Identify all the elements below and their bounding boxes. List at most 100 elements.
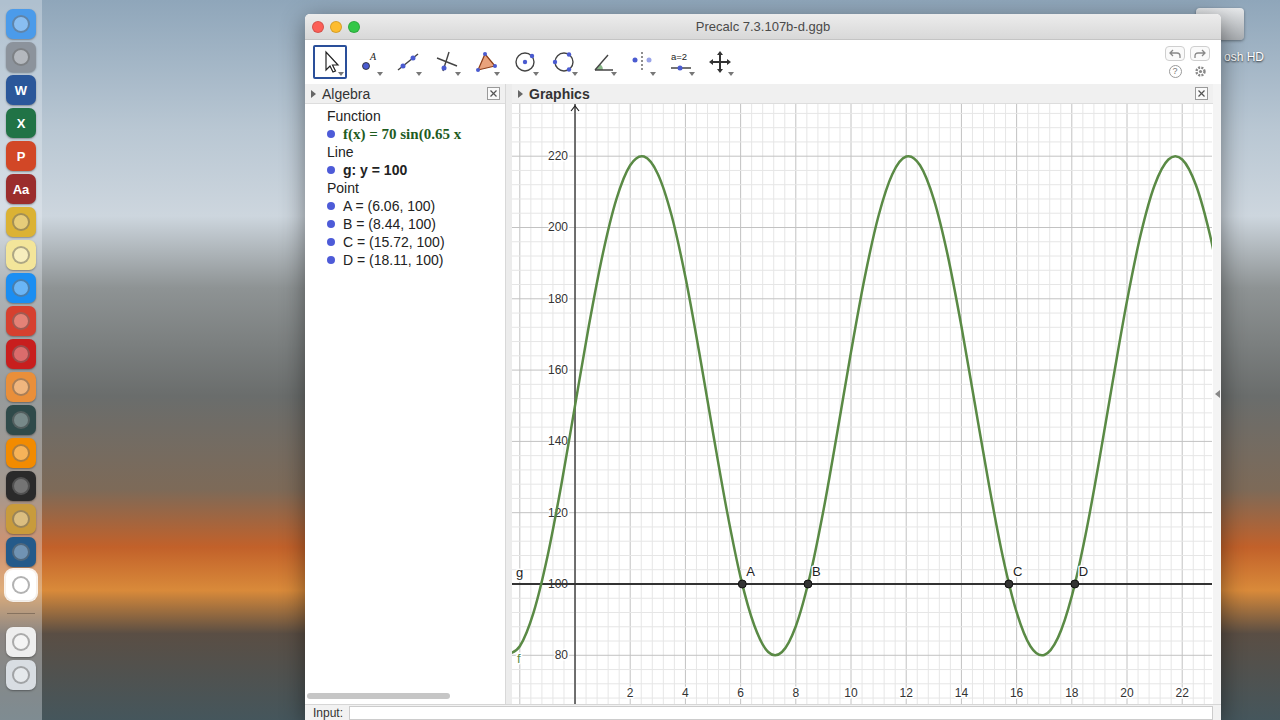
angle-tool-icon [590, 49, 616, 75]
undo-button[interactable] [1165, 46, 1185, 61]
algebra-item[interactable]: D = (18.11, 100) [305, 251, 505, 269]
dock-icon[interactable] [6, 504, 36, 534]
tool-button[interactable] [703, 45, 737, 79]
algebra-list: Functionf(x) = 70 sin(0.65 xLineg: y = 1… [305, 104, 505, 704]
collapse-icon[interactable] [311, 90, 316, 98]
gear-icon[interactable] [1194, 65, 1207, 78]
dock-icon[interactable] [6, 471, 36, 501]
item-text: f(x) = 70 sin(0.65 x [343, 126, 461, 143]
side-strip [1213, 84, 1221, 704]
tool-button[interactable] [313, 45, 347, 79]
dock-icon[interactable] [6, 42, 36, 72]
visibility-dot[interactable] [327, 202, 335, 210]
dock-icon[interactable]: Aa [6, 174, 36, 204]
hard-drive-label[interactable]: osh HD [1224, 49, 1264, 65]
input-field[interactable] [349, 706, 1213, 720]
dock-icon[interactable] [6, 627, 36, 657]
algebra-item[interactable]: g: y = 100 [305, 161, 505, 179]
panel-header[interactable]: Graphics [512, 84, 1213, 104]
item-text: B = (8.44, 100) [343, 216, 436, 232]
dock-icon[interactable] [6, 405, 36, 435]
visibility-dot[interactable] [327, 166, 335, 174]
point[interactable]: C [1005, 564, 1022, 588]
y-tick-label: 180 [548, 292, 568, 306]
x-tick-label: 2 [627, 686, 634, 700]
tool-button[interactable] [586, 45, 620, 79]
tool-button[interactable]: a=2 [664, 45, 698, 79]
tool-button[interactable] [391, 45, 425, 79]
visibility-dot[interactable] [327, 220, 335, 228]
window-title: Precalc 7.3.107b-d.ggb [375, 19, 1151, 34]
dock-icon[interactable] [6, 660, 36, 690]
dock-icon[interactable]: P [6, 141, 36, 171]
visibility-dot[interactable] [327, 256, 335, 264]
panel-header[interactable]: Algebra [305, 84, 505, 104]
tool-button[interactable]: A [352, 45, 386, 79]
horizontal-scrollbar[interactable] [307, 693, 450, 699]
close-button[interactable] [312, 21, 324, 33]
app-icon [12, 666, 30, 684]
app-icon [12, 576, 30, 594]
dock-icon[interactable] [6, 207, 36, 237]
dock-icon[interactable]: X [6, 108, 36, 138]
group-label[interactable]: Point [305, 179, 505, 197]
minimize-button[interactable] [330, 21, 342, 33]
dock-icon[interactable] [6, 9, 36, 39]
y-tick-label: 220 [548, 149, 568, 163]
line-tool-icon [395, 49, 421, 75]
app-icon [12, 15, 30, 33]
dock-icon[interactable] [6, 372, 36, 402]
point[interactable]: D [1071, 564, 1088, 588]
app-icon [12, 345, 30, 363]
dock-icon[interactable]: W [6, 75, 36, 105]
toolbar: Aa=2? [305, 40, 1221, 84]
input-bar: Input: [305, 704, 1221, 720]
collapse-icon[interactable] [518, 90, 523, 98]
dock-icon[interactable] [6, 306, 36, 336]
app-icon [12, 444, 30, 462]
visibility-dot[interactable] [327, 238, 335, 246]
curve-label: f [517, 651, 521, 666]
expand-icon[interactable] [1215, 390, 1220, 398]
toolbar-actions: ? [1164, 46, 1213, 78]
dock-icon[interactable] [6, 570, 36, 600]
y-tick-label: 160 [548, 363, 568, 377]
dock-icon[interactable] [6, 240, 36, 270]
point-label: B [812, 564, 821, 579]
title-bar[interactable]: Precalc 7.3.107b-d.ggb [305, 14, 1221, 40]
help-button[interactable]: ? [1169, 65, 1182, 78]
item-text: D = (18.11, 100) [343, 252, 444, 268]
tool-button[interactable] [430, 45, 464, 79]
algebra-item[interactable]: B = (8.44, 100) [305, 215, 505, 233]
algebra-item[interactable]: C = (15.72, 100) [305, 233, 505, 251]
function-curve[interactable] [512, 156, 1212, 655]
tool-button[interactable] [469, 45, 503, 79]
visibility-dot[interactable] [327, 130, 335, 138]
algebra-item[interactable]: A = (6.06, 100) [305, 197, 505, 215]
redo-button[interactable] [1190, 46, 1210, 61]
x-tick-label: 20 [1120, 686, 1134, 700]
close-icon[interactable] [1195, 87, 1208, 100]
dock-icon[interactable] [6, 537, 36, 567]
x-tick-label: 4 [682, 686, 689, 700]
dock: WXPAa [0, 0, 42, 720]
splitter[interactable] [505, 84, 512, 704]
dock-icon[interactable] [6, 273, 36, 303]
graph-canvas[interactable]: 8010012014016018020022024681012141618202… [512, 104, 1212, 704]
window-controls [305, 21, 375, 33]
point[interactable]: A [738, 564, 755, 588]
group-label[interactable]: Line [305, 143, 505, 161]
tool-button[interactable] [547, 45, 581, 79]
app-icon [12, 378, 30, 396]
line-g[interactable] [512, 583, 1212, 585]
close-icon[interactable] [487, 87, 500, 100]
app-icon [12, 312, 30, 330]
zoom-button[interactable] [348, 21, 360, 33]
dock-icon[interactable] [6, 339, 36, 369]
tool-button[interactable] [508, 45, 542, 79]
tool-button[interactable] [625, 45, 659, 79]
dock-icon[interactable] [6, 438, 36, 468]
point[interactable]: B [804, 564, 821, 588]
algebra-item[interactable]: f(x) = 70 sin(0.65 x [305, 125, 505, 143]
group-label[interactable]: Function [305, 107, 505, 125]
